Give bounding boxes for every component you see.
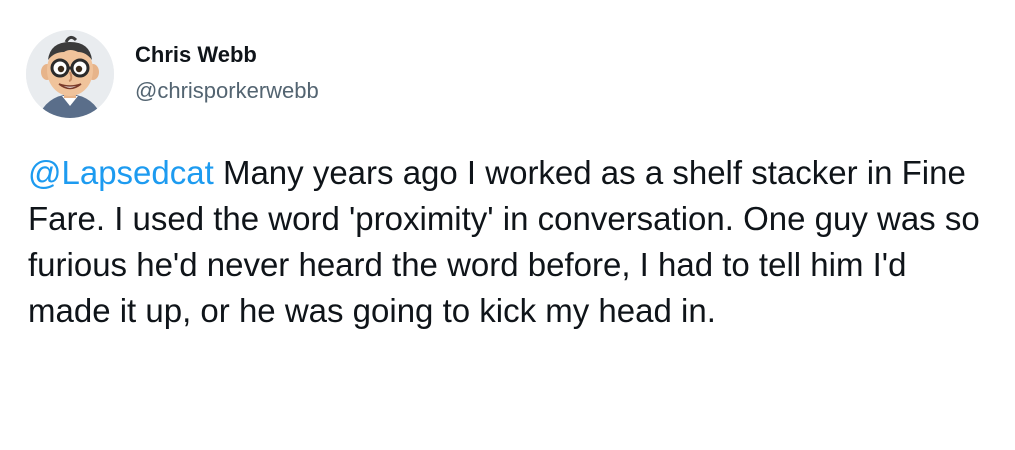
avatar[interactable] [26,30,114,118]
mention-link[interactable]: @Lapsedcat [28,154,214,191]
author-info: Chris Webb @chrisporkerwebb [135,41,319,105]
tweet-text: @Lapsedcat Many years ago I worked as a … [28,150,988,334]
author-handle[interactable]: @chrisporkerwebb [135,77,319,105]
author-display-name[interactable]: Chris Webb [135,41,319,69]
tweet-card: Chris Webb @chrisporkerwebb @Lapsedcat M… [0,0,1015,450]
cartoon-face-avatar-icon [26,30,114,118]
